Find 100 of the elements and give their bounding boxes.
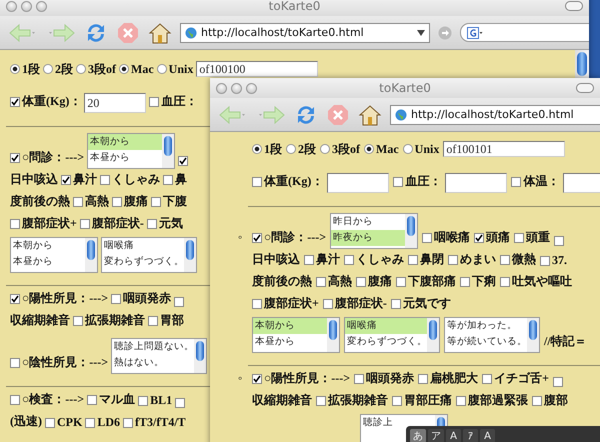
window-button[interactable]: [216, 82, 227, 94]
go-icon[interactable]: [438, 26, 452, 40]
checkbox[interactable]: [85, 418, 96, 428]
checkbox[interactable]: [252, 374, 262, 384]
window-button[interactable]: [231, 82, 242, 94]
checkbox[interactable]: [61, 174, 71, 184]
list-box[interactable]: 本朝から 本昼から: [252, 317, 340, 353]
checkbox[interactable]: [316, 276, 326, 286]
list-option[interactable]: 本朝から: [253, 318, 327, 334]
checkbox[interactable]: [460, 276, 470, 286]
checkbox[interactable]: [10, 294, 20, 304]
list-option[interactable]: 咽喉痛: [345, 318, 427, 334]
checkbox[interactable]: [418, 374, 428, 384]
window-button[interactable]: [36, 0, 47, 12]
input-field[interactable]: [445, 173, 508, 193]
radio-button[interactable]: [364, 144, 374, 154]
list-box[interactable]: 等が加わった。 等が続いている。: [444, 317, 540, 353]
list-box[interactable]: 咽喉痛 変わらずつづく。: [344, 317, 440, 353]
scrollbar[interactable]: [427, 318, 439, 352]
checkbox[interactable]: [500, 276, 510, 286]
checkbox[interactable]: [10, 218, 20, 228]
checkbox[interactable]: [45, 418, 55, 428]
list-box[interactable]: 咽喉痛 変わらずつづく。: [101, 237, 197, 273]
checkbox[interactable]: [456, 396, 466, 406]
scrollbar[interactable]: [85, 238, 97, 272]
radio-button[interactable]: [43, 64, 53, 74]
checkbox[interactable]: [408, 254, 418, 264]
checkbox[interactable]: [111, 294, 122, 304]
checkbox[interactable]: [356, 276, 366, 286]
radio-button[interactable]: [156, 64, 167, 74]
palette-key[interactable]: ｱ: [463, 429, 478, 442]
checkbox[interactable]: [123, 418, 134, 428]
list-box[interactable]: 本朝から 本昼から: [10, 237, 98, 273]
checkbox[interactable]: [10, 96, 20, 106]
checkbox[interactable]: [10, 394, 20, 404]
window-button[interactable]: [246, 82, 257, 94]
scrollbar[interactable]: [184, 238, 196, 272]
checkbox[interactable]: [252, 232, 262, 242]
checkbox[interactable]: [148, 316, 158, 326]
radio-button[interactable]: [119, 64, 129, 74]
input-field[interactable]: of100100: [196, 61, 318, 77]
scrollbar[interactable]: [162, 134, 174, 168]
checkbox[interactable]: [396, 276, 406, 286]
checkbox[interactable]: [540, 256, 550, 266]
checkbox[interactable]: [554, 236, 564, 246]
checkbox[interactable]: [100, 174, 110, 184]
checkbox[interactable]: [392, 396, 402, 406]
input-field[interactable]: of100101: [443, 141, 566, 157]
window-button[interactable]: [6, 0, 17, 12]
window-button[interactable]: [21, 0, 32, 12]
checkbox[interactable]: [149, 96, 160, 106]
palette-key[interactable]: あ: [410, 429, 426, 442]
checkbox[interactable]: [138, 396, 148, 406]
checkbox[interactable]: [73, 196, 83, 206]
checkbox[interactable]: [174, 297, 184, 307]
checkbox[interactable]: [163, 174, 173, 184]
checkbox[interactable]: [532, 396, 542, 406]
checkbox[interactable]: [552, 377, 563, 387]
radio-button[interactable]: [286, 144, 296, 154]
stop-icon[interactable]: [116, 20, 140, 44]
checkbox[interactable]: [10, 152, 20, 162]
checkbox[interactable]: [354, 374, 364, 384]
address-field[interactable]: http://localhost/toKarte0.html: [180, 22, 430, 42]
checkbox[interactable]: [482, 374, 492, 384]
checkbox[interactable]: [112, 196, 122, 206]
stop-icon[interactable]: [326, 102, 350, 126]
window-pill-icon[interactable]: [576, 83, 594, 93]
home-icon[interactable]: [358, 102, 382, 126]
list-option[interactable]: 本朝から: [88, 134, 162, 150]
checkbox[interactable]: [474, 232, 484, 242]
checkbox[interactable]: [178, 156, 188, 166]
checkbox[interactable]: [316, 396, 326, 406]
radio-button[interactable]: [320, 144, 330, 154]
list-box[interactable]: 聴診上問題ない。 熱はない。: [111, 338, 208, 374]
checkbox[interactable]: [448, 254, 458, 264]
checkbox[interactable]: [146, 218, 157, 228]
checkbox[interactable]: [175, 398, 186, 408]
palette-key[interactable]: A: [480, 429, 495, 442]
input-field[interactable]: 20: [84, 93, 146, 113]
list-box[interactable]: 昨日から 昨夜から: [330, 213, 418, 249]
checkbox[interactable]: [511, 176, 522, 186]
checkbox[interactable]: [252, 176, 262, 186]
checkbox[interactable]: [393, 176, 404, 186]
scrollbar[interactable]: [327, 318, 339, 352]
radio-button[interactable]: [252, 144, 262, 154]
checkbox[interactable]: [500, 254, 510, 264]
checkbox[interactable]: [514, 232, 524, 242]
palette-key[interactable]: ア: [428, 429, 444, 442]
checkbox[interactable]: [422, 232, 432, 242]
checkbox[interactable]: [80, 218, 90, 228]
checkbox[interactable]: [10, 358, 20, 368]
scrollbar[interactable]: [194, 339, 206, 373]
checkbox[interactable]: [344, 254, 354, 264]
palette-key[interactable]: A: [446, 429, 461, 442]
window-pill-icon[interactable]: [565, 1, 583, 11]
search-field[interactable]: [460, 23, 589, 42]
input-field[interactable]: [327, 173, 390, 193]
checkbox[interactable]: [304, 254, 314, 264]
checkbox[interactable]: [151, 196, 161, 206]
checkbox[interactable]: [252, 298, 262, 308]
